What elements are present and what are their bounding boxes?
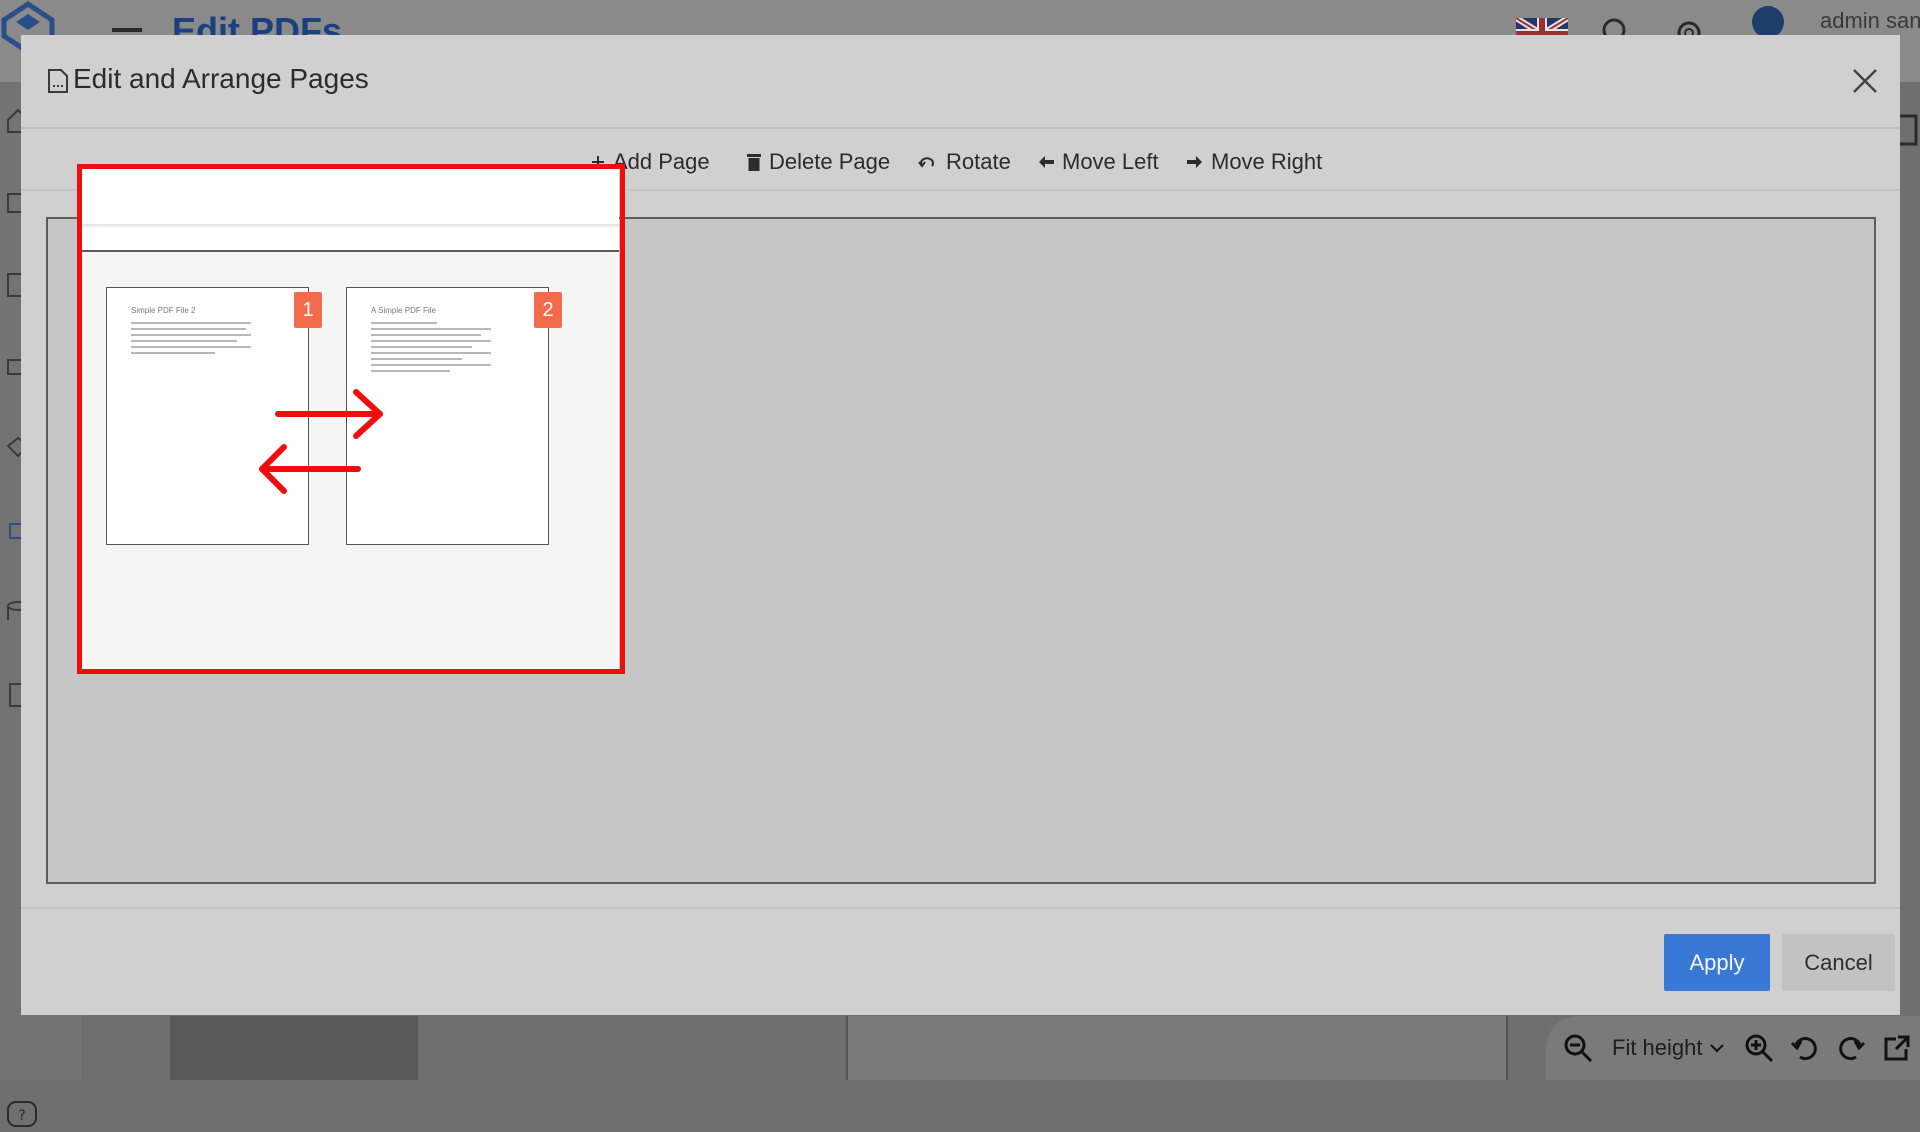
svg-text:?: ?	[18, 1108, 25, 1124]
chevron-down-icon	[1709, 1044, 1724, 1053]
zoom-in-icon[interactable]	[1741, 1030, 1777, 1066]
rotate-icon	[918, 157, 934, 168]
dialog-title: Edit and Arrange Pages	[73, 63, 369, 94]
spotlight-gap	[80, 228, 619, 252]
user-name[interactable]: admin san	[1820, 8, 1920, 34]
file-icon	[48, 69, 68, 93]
apply-button[interactable]: Apply	[1664, 934, 1770, 991]
viewer-toolbar: Fit height	[1546, 1016, 1920, 1080]
background-panel	[170, 1016, 418, 1080]
move-left-button[interactable]: Move Left	[1038, 145, 1159, 179]
pages-spotlight: Simple PDF File 2 1 A Simple PDF File 2	[80, 166, 619, 669]
move-left-label: Move Left	[1062, 149, 1159, 174]
avatar[interactable]	[1752, 6, 1784, 38]
move-right-button[interactable]: Move Right	[1187, 145, 1322, 179]
spotlight-toolbar-strip	[80, 166, 619, 226]
page-title: Simple PDF File 2	[131, 306, 196, 315]
rotate-left-icon[interactable]	[1787, 1030, 1823, 1066]
help-icon[interactable]: ?	[6, 1100, 38, 1132]
rotate-right-icon[interactable]	[1833, 1030, 1869, 1066]
arrow-right-icon	[1187, 156, 1202, 168]
close-icon[interactable]	[1851, 67, 1879, 95]
background-panel	[846, 1016, 1508, 1080]
page-title: A Simple PDF File	[371, 306, 436, 315]
page-text-lines	[371, 322, 491, 376]
edit-arrange-pages-dialog: Edit and Arrange Pages Add Page Delete P…	[21, 35, 1900, 1015]
rotate-button[interactable]: Rotate	[918, 145, 1011, 179]
delete-page-button[interactable]: Delete Page	[747, 145, 890, 179]
delete-page-label: Delete Page	[769, 149, 891, 174]
workspace-border	[80, 250, 619, 252]
rotate-label: Rotate	[946, 149, 1011, 174]
cancel-button[interactable]: Cancel	[1782, 934, 1895, 991]
zoom-mode-select[interactable]: Fit height	[1606, 1035, 1731, 1061]
zoom-out-icon[interactable]	[1560, 1030, 1596, 1066]
page-number-badge: 1	[294, 292, 322, 328]
page-text-lines	[131, 322, 251, 358]
move-right-label: Move Right	[1211, 149, 1323, 174]
trash-icon	[747, 154, 761, 171]
page-thumbnail[interactable]: Simple PDF File 2 1	[106, 287, 322, 545]
dialog-header: Edit and Arrange Pages	[21, 35, 1900, 129]
zoom-mode-label: Fit height	[1612, 1035, 1703, 1060]
external-link-icon[interactable]	[1879, 1030, 1915, 1066]
page-number-badge: 2	[534, 292, 562, 328]
arrow-left-icon	[1039, 156, 1054, 168]
add-page-label: Add Page	[613, 149, 710, 174]
dialog-footer-divider	[21, 907, 1900, 909]
page-thumbnail[interactable]: A Simple PDF File 2	[346, 287, 562, 545]
